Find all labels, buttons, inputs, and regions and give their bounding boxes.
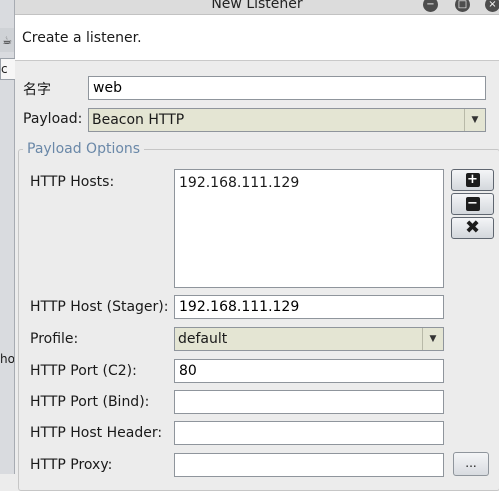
profile-value: default — [178, 331, 228, 347]
http-host-header-label: HTTP Host Header: — [30, 425, 163, 441]
chevron-down-icon[interactable]: ▼ — [464, 109, 485, 131]
http-port-c2-label: HTTP Port (C2): — [30, 363, 137, 379]
chevron-down-icon[interactable]: ▼ — [422, 328, 443, 350]
proxy-browse-button[interactable]: ... — [453, 452, 489, 476]
http-port-c2-input[interactable] — [174, 359, 444, 383]
http-hosts-label: HTTP Hosts: — [30, 174, 115, 190]
plus-icon: + — [465, 172, 480, 187]
new-listener-dialog: New Listener − □ × Create a listener. 名字… — [15, 0, 499, 491]
description-panel: Create a listener. — [15, 15, 499, 61]
description-text: Create a listener. — [22, 30, 142, 46]
x-icon: ✖ — [464, 217, 481, 238]
http-port-bind-input[interactable] — [174, 390, 444, 414]
payload-value: Beacon HTTP — [92, 112, 185, 128]
title-bar: New Listener − □ × — [15, 0, 499, 15]
http-proxy-input[interactable] — [174, 453, 444, 477]
clear-hosts-button[interactable]: ✖ — [451, 217, 494, 239]
http-port-bind-label: HTTP Port (Bind): — [30, 394, 150, 410]
coffee-icon: ☕ — [0, 28, 14, 52]
minus-icon: − — [465, 196, 480, 211]
name-label: 名字 — [23, 82, 51, 98]
profile-select[interactable]: default ▼ — [174, 327, 444, 351]
background-text: hos — [0, 352, 14, 366]
http-host-header-input[interactable] — [174, 421, 444, 445]
profile-label: Profile: — [30, 331, 79, 347]
remove-host-button[interactable]: − — [451, 193, 494, 215]
add-host-button[interactable]: + — [451, 169, 494, 191]
list-item[interactable]: 192.168.111.129 — [179, 174, 439, 192]
close-icon[interactable]: × — [485, 0, 499, 12]
http-hosts-list[interactable]: 192.168.111.129 — [174, 169, 444, 288]
http-host-stager-label: HTTP Host (Stager): — [30, 299, 169, 315]
payload-label: Payload: — [23, 111, 83, 127]
background-field: c — [0, 58, 16, 80]
name-input[interactable] — [88, 76, 486, 100]
http-proxy-label: HTTP Proxy: — [30, 457, 113, 473]
payload-select[interactable]: Beacon HTTP ▼ — [88, 108, 486, 132]
payload-options-title: Payload Options — [23, 141, 145, 157]
http-host-stager-input[interactable] — [174, 295, 444, 319]
